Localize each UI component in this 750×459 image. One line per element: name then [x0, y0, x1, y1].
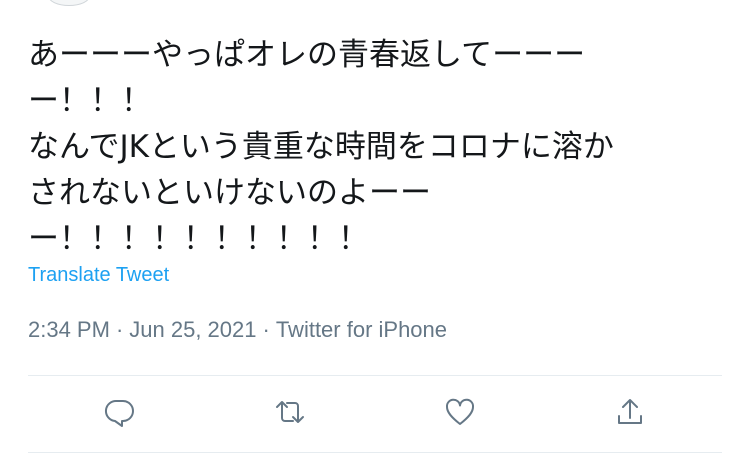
reply-icon [105, 399, 134, 427]
reply-button[interactable] [98, 390, 142, 434]
tweet-source[interactable]: Twitter for iPhone [276, 317, 447, 342]
translate-tweet-link[interactable]: Translate Tweet [28, 264, 169, 287]
meta-separator: · [115, 317, 124, 342]
heart-icon [445, 398, 475, 425]
retweet-icon [276, 401, 304, 423]
tweet-date: Jun 25, 2021 [129, 317, 257, 342]
avatar[interactable] [48, 0, 90, 6]
share-button[interactable] [608, 390, 652, 434]
tweet-actions [0, 390, 750, 434]
tweet-text-line: されないといけないのよーー [28, 175, 431, 211]
tweet-text-line: ー！！！ [28, 83, 152, 119]
tweet-time: 2:34 PM [28, 317, 110, 342]
meta-separator: · [262, 317, 270, 342]
tweet-meta: 2:34 PM · Jun 25, 2021 · Twitter for iPhone [28, 317, 447, 343]
tweet-text-line: あーーーやっぱオレの青春返してーーー [28, 37, 586, 73]
divider [28, 452, 722, 453]
retweet-button[interactable] [268, 390, 312, 434]
tweet-text: あーーーやっぱオレの青春返してーーー ー！！！ なんでJKという貴重な時間をコロ… [28, 32, 728, 262]
like-button[interactable] [438, 390, 482, 434]
share-icon [618, 399, 642, 424]
tweet-text-line: なんでJKという貴重な時間をコロナに溶か [28, 129, 614, 165]
tweet-text-line: ー！！！！！！！！！！ [28, 221, 369, 257]
divider [28, 375, 722, 376]
